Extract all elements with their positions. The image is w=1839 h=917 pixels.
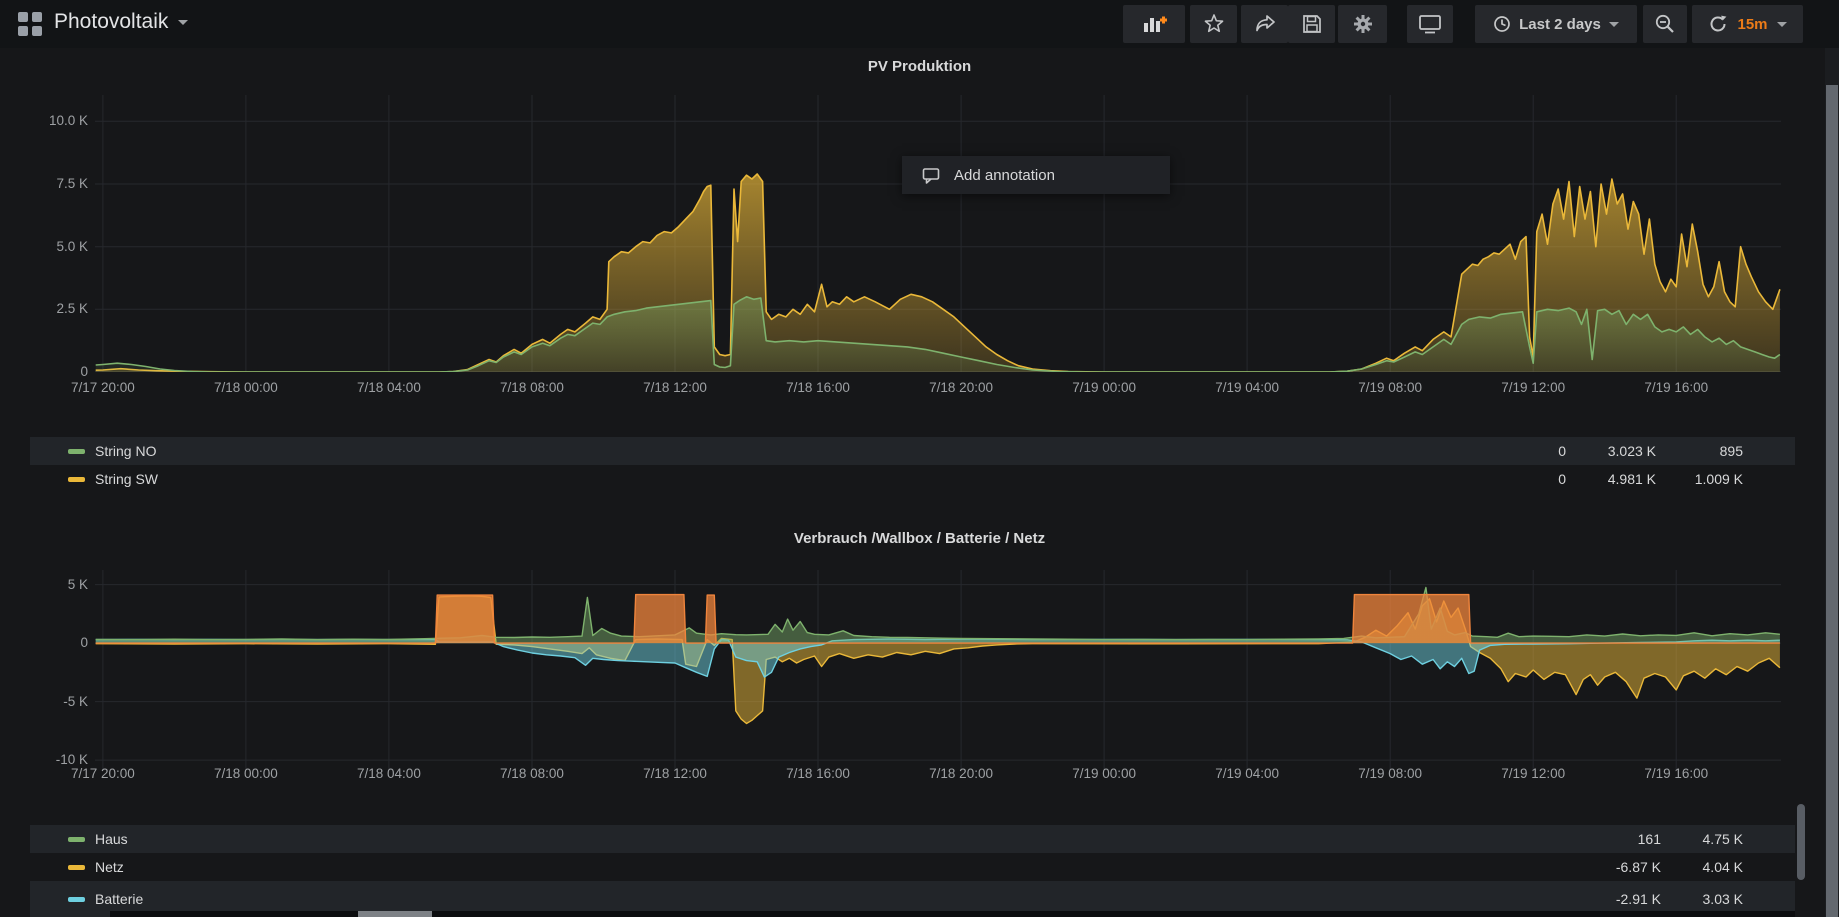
y-axis-label: 5.0 K (20, 239, 88, 254)
clock-icon (1493, 15, 1511, 33)
time-range-label: Last 2 days (1519, 16, 1601, 33)
legend-row-string-sw[interactable]: String SW 0 4.981 K 1.009 K (30, 465, 1795, 493)
series-avg: 895 (1633, 443, 1743, 459)
x-axis-label: 7/19 00:00 (1059, 380, 1149, 395)
series-max: 3.03 K (1633, 891, 1743, 907)
y-axis-label: 0 (20, 635, 88, 650)
panel-title-pv-produktion[interactable]: PV Produktion (0, 58, 1839, 75)
x-axis-label: 7/18 00:00 (201, 766, 291, 781)
legend-row-netz[interactable]: Netz -6.87 K 4.04 K (30, 853, 1795, 881)
star-icon (1202, 12, 1226, 36)
time-range-picker[interactable]: Last 2 days (1475, 5, 1637, 43)
x-axis-label: 7/18 16:00 (773, 766, 863, 781)
y-axis-label: -5 K (20, 694, 88, 709)
x-axis-label: 7/18 20:00 (916, 766, 1006, 781)
series-max: 4.75 K (1633, 831, 1743, 847)
x-axis-label: 7/19 16:00 (1631, 766, 1721, 781)
dashboard-title-picker[interactable]: Photovoltaik (54, 10, 188, 34)
x-axis-label: 7/17 20:00 (58, 380, 148, 395)
grafana-apps-logo-icon[interactable] (18, 12, 42, 36)
y-axis-label: 10.0 K (20, 113, 88, 128)
save-dashboard-button[interactable] (1288, 5, 1335, 43)
series-color-swatch (68, 865, 85, 870)
series-label[interactable]: String NO (95, 443, 156, 459)
save-icon (1302, 14, 1322, 34)
x-axis-label: 7/18 04:00 (344, 766, 434, 781)
magnifier-minus-icon (1654, 13, 1676, 35)
series-color-swatch (68, 837, 85, 842)
share-icon (1254, 14, 1276, 34)
x-axis-label: 7/19 12:00 (1488, 766, 1578, 781)
y-axis-label: -10 K (20, 752, 88, 767)
zoom-out-time-button[interactable] (1643, 5, 1687, 43)
series-color-swatch (68, 477, 85, 482)
refresh-interval-label: 15m (1737, 16, 1767, 33)
pv-produktion-chart[interactable] (95, 95, 1781, 377)
series-label[interactable]: Netz (95, 859, 124, 875)
x-axis-label: 7/19 12:00 (1488, 380, 1578, 395)
vertical-scrollbar-thumb[interactable] (1826, 85, 1838, 917)
x-axis-label: 7/18 08:00 (487, 766, 577, 781)
x-axis-label: 7/18 16:00 (773, 380, 863, 395)
y-axis-label: 7.5 K (20, 176, 88, 191)
x-axis-label: 7/19 08:00 (1345, 380, 1435, 395)
x-axis-label: 7/18 08:00 (487, 380, 577, 395)
add-panel-icon (1141, 13, 1167, 35)
series-label[interactable]: Batterie (95, 891, 143, 907)
chevron-down-icon (1777, 22, 1787, 27)
add-annotation-label: Add annotation (954, 167, 1055, 184)
verbrauch-chart[interactable] (95, 570, 1781, 775)
horizontal-scrollbar-thumb[interactable] (358, 911, 432, 917)
dashboard-settings-button[interactable] (1338, 5, 1387, 43)
y-axis-label: 5 K (20, 577, 88, 592)
x-axis-label: 7/17 20:00 (58, 766, 148, 781)
x-axis-label: 7/18 00:00 (201, 380, 291, 395)
x-axis-label: 7/18 20:00 (916, 380, 1006, 395)
x-axis-label: 7/19 04:00 (1202, 766, 1292, 781)
cycle-view-mode-button[interactable] (1407, 5, 1453, 43)
y-axis-label: 2.5 K (20, 301, 88, 316)
navbar: Photovoltaik (0, 0, 1839, 48)
x-axis-label: 7/19 00:00 (1059, 766, 1149, 781)
share-dashboard-button[interactable] (1241, 5, 1288, 43)
series-label[interactable]: String SW (95, 471, 158, 487)
add-panel-button[interactable] (1123, 5, 1185, 43)
x-axis-label: 7/18 12:00 (630, 766, 720, 781)
y-axis-label: 0 (20, 364, 88, 379)
series-avg: 1.009 K (1633, 471, 1743, 487)
series-max: 4.04 K (1633, 859, 1743, 875)
tv-monitor-icon (1418, 13, 1442, 35)
series-color-swatch (68, 897, 85, 902)
series-label[interactable]: Haus (95, 831, 128, 847)
star-dashboard-button[interactable] (1190, 5, 1237, 43)
gear-icon (1351, 12, 1375, 36)
x-axis-label: 7/18 04:00 (344, 380, 434, 395)
add-annotation-menu-item[interactable]: Add annotation (902, 156, 1170, 194)
chevron-down-icon (178, 20, 188, 25)
refresh-picker[interactable]: 15m (1692, 5, 1803, 43)
legend-row-haus[interactable]: Haus 161 4.75 K (30, 825, 1795, 853)
panel-title-verbrauch[interactable]: Verbrauch /Wallbox / Batterie / Netz (0, 530, 1839, 547)
x-axis-label: 7/19 04:00 (1202, 380, 1292, 395)
x-axis-label: 7/18 12:00 (630, 380, 720, 395)
refresh-icon (1708, 14, 1728, 34)
dashboard-title: Photovoltaik (54, 10, 168, 34)
legend-scrollbar-thumb[interactable] (1797, 804, 1805, 880)
chevron-down-icon (1609, 22, 1619, 27)
legend-row-string-no[interactable]: String NO 0 3.023 K 895 (30, 437, 1795, 465)
x-axis-label: 7/19 16:00 (1631, 380, 1721, 395)
x-axis-label: 7/19 08:00 (1345, 766, 1435, 781)
comment-bubble-icon (922, 167, 940, 184)
series-color-swatch (68, 449, 85, 454)
